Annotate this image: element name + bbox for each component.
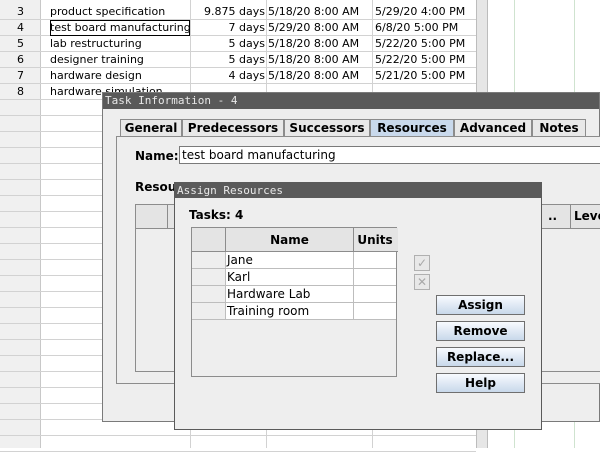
check-icon[interactable]: ✓ [414,255,430,271]
row-number[interactable] [0,180,41,196]
units-cell[interactable] [354,252,396,269]
row-selector[interactable] [192,286,226,303]
tab-advanced[interactable]: Advanced [454,119,532,136]
resource-name-cell[interactable]: Jane [226,252,354,269]
start-date-cell[interactable]: 5/18/20 8:00 AM [268,52,373,68]
task-name-cell[interactable]: test board manufacturing [50,20,190,36]
units-cell[interactable] [354,269,396,286]
row-number[interactable] [0,356,41,372]
duration-cell[interactable]: 5 days [192,52,265,68]
assign-resources-dialog: Assign Resources Tasks: 4 Name Units Jan… [174,182,542,430]
start-date-cell[interactable]: 5/18/20 8:00 AM [268,4,373,20]
finish-date-cell[interactable]: 6/8/20 5:00 PM [375,20,480,36]
name-label: Name: [135,149,179,163]
tab-resources[interactable]: Resources [370,119,454,136]
table-row[interactable]: Training room [192,303,398,320]
finish-date-cell[interactable]: 5/29/20 4:00 PM [375,4,480,20]
start-date-cell[interactable]: 5/18/20 8:00 AM [268,36,373,52]
table-row[interactable]: 6 designer training 5 days 5/18/20 8:00 AM 5… [0,52,476,68]
dialog-title[interactable]: Task Information - 4 [103,93,599,109]
resources-label: Resou [135,180,177,194]
header-corner [192,228,226,252]
row-number[interactable] [0,196,41,212]
resource-assignment-table[interactable]: Name Units Jane Karl Hardware Lab Traini… [191,227,398,377]
row-number[interactable] [0,404,41,420]
row-number[interactable] [0,260,41,276]
table-row[interactable]: Hardware Lab [192,286,398,303]
row-number[interactable] [0,324,41,340]
start-date-cell[interactable]: 5/29/20 8:00 AM [268,20,373,36]
tab-notes[interactable]: Notes [532,119,586,136]
row-selector[interactable] [192,252,226,269]
row-selector[interactable] [192,303,226,320]
row-number[interactable]: 5 [0,36,41,52]
row-number[interactable] [0,420,41,436]
column-header-leveling: Leveli [574,209,600,223]
row-number[interactable] [0,100,41,116]
units-cell[interactable] [354,303,396,320]
task-name-cell[interactable]: lab restructuring [50,36,190,52]
finish-date-cell[interactable]: 5/22/20 5:00 PM [375,36,480,52]
table-row[interactable]: Jane [192,252,398,269]
task-name-cell[interactable]: designer training [50,52,190,68]
finish-date-cell[interactable]: 5/22/20 5:00 PM [375,52,480,68]
help-button[interactable]: Help [436,373,525,393]
row-number[interactable] [0,276,41,292]
row-number[interactable] [0,212,41,228]
finish-date-cell[interactable]: 5/21/20 5:00 PM [375,68,480,84]
task-name-cell[interactable]: hardware design [50,68,190,84]
row-number[interactable] [0,116,41,132]
row-number[interactable]: 3 [0,4,41,20]
table-row[interactable] [0,436,476,452]
table-row[interactable]: 4 test board manufacturing 7 days 5/29/20 8… [0,20,476,36]
task-name-field[interactable]: test board manufacturing [179,146,600,164]
duration-cell[interactable]: 4 days [192,68,265,84]
table-header: Name Units [192,228,398,252]
assign-button[interactable]: Assign [436,295,525,315]
row-number[interactable] [0,228,41,244]
row-number[interactable] [0,308,41,324]
tab-successors[interactable]: Successors [284,119,370,136]
row-number[interactable] [0,372,41,388]
row-number[interactable] [0,148,41,164]
table-row[interactable]: 3 product specification 9.875 days 5/18/20 … [0,4,476,20]
row-number[interactable] [0,340,41,356]
tasks-label: Tasks: 4 [189,208,244,222]
row-number[interactable] [0,132,41,148]
row-number[interactable] [0,436,41,452]
table-row[interactable]: 7 hardware design 4 days 5/18/20 8:00 AM 5/2… [0,68,476,84]
delete-icon[interactable]: ✕ [414,274,430,290]
row-selector[interactable] [192,269,226,286]
column-header-name[interactable]: Name [226,228,354,252]
header-corner [136,205,168,229]
duration-cell[interactable]: 5 days [192,36,265,52]
row-number[interactable] [0,164,41,180]
resource-name-cell[interactable]: Training room [226,303,354,320]
row-number[interactable] [0,388,41,404]
replace-button[interactable]: Replace... [436,347,525,367]
column-header-units[interactable]: Units [354,228,396,252]
row-number[interactable]: 4 [0,20,41,36]
column-header-truncated: .. [548,209,558,223]
resource-name-cell[interactable]: Karl [226,269,354,286]
tab-general[interactable]: General [120,119,182,136]
duration-cell[interactable]: 7 days [192,20,265,36]
row-number[interactable]: 8 [0,84,41,100]
row-number[interactable]: 7 [0,68,41,84]
remove-button[interactable]: Remove [436,321,525,341]
resource-name-cell[interactable]: Hardware Lab [226,286,354,303]
dialog-title[interactable]: Assign Resources [175,183,541,198]
duration-cell[interactable]: 9.875 days [192,4,265,20]
task-name-cell[interactable]: product specification [50,4,190,20]
table-row[interactable]: 5 lab restructuring 5 days 5/18/20 8:00 AM 5… [0,36,476,52]
row-number[interactable] [0,292,41,308]
row-number[interactable] [0,244,41,260]
units-cell[interactable] [354,286,396,303]
row-number[interactable]: 6 [0,52,41,68]
column-divider [570,205,571,229]
tab-predecessors[interactable]: Predecessors [182,119,284,136]
start-date-cell[interactable]: 5/18/20 8:00 AM [268,68,373,84]
table-row[interactable]: Karl [192,269,398,286]
